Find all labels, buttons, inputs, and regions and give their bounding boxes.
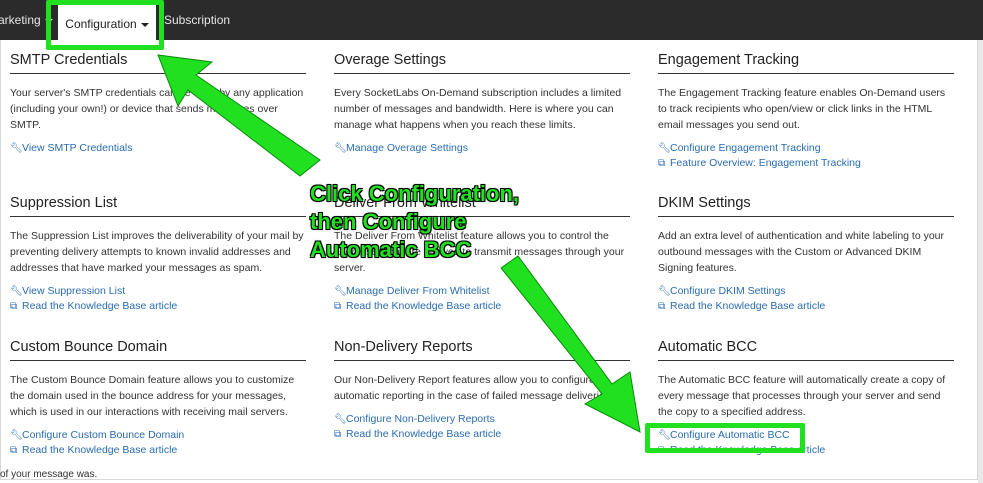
automatic-bcc-highlight-box [645,423,805,453]
card-custom-bounce-domain: Custom Bounce Domain The Custom Bounce D… [10,339,306,458]
wrench-icon: 🔧︎ [10,430,23,441]
configure-engagement-tracking-link[interactable]: 🔧︎Configure Engagement Tracking [658,141,954,156]
card-title: Overage Settings [334,52,630,74]
wrench-icon: 🔧︎ [658,286,671,297]
wrench-icon: 🔧︎ [334,143,347,154]
external-link-icon: ⧉ [334,429,342,440]
card-smtp-credentials: SMTP Credentials Your server's SMTP cred… [10,52,306,156]
card-title: Engagement Tracking [658,52,954,74]
card-suppression-list: Suppression List The Suppression List im… [10,195,306,314]
external-link-icon: ⧉ [658,301,666,312]
external-link-icon: ⧉ [334,301,342,312]
configure-custom-bounce-domain-link[interactable]: 🔧︎Configure Custom Bounce Domain [10,428,306,443]
wrench-icon: 🔧︎ [334,286,347,297]
card-description: Your server's SMTP credentials can be us… [10,87,304,131]
card-description: Every SocketLabs On-Demand subscription … [334,87,622,131]
card-engagement-tracking: Engagement Tracking The Engagement Track… [658,52,954,171]
nav-item-label: arketing [0,13,41,27]
card-description: The Suppression List improves the delive… [10,230,304,274]
external-link-icon: ⧉ [10,301,18,312]
wrench-icon: 🔧︎ [658,143,671,154]
view-suppression-list-link[interactable]: 🔧︎View Suppression List [10,284,306,299]
card-title: DKIM Settings [658,195,954,217]
nav-item-marketing[interactable]: arketing [0,13,53,27]
manage-overage-settings-link[interactable]: 🔧︎Manage Overage Settings [334,141,630,156]
card-non-delivery-reports: Non-Delivery Reports Our Non-Delivery Re… [334,339,630,442]
knowledge-base-link[interactable]: ⧉ Read the Knowledge Base article [658,299,954,314]
card-description: Add an extra level of authentication and… [658,230,945,274]
card-title: Automatic BCC [658,339,954,361]
knowledge-base-link[interactable]: ⧉ Read the Knowledge Base article [334,427,630,442]
card-description: The Automatic BCC feature will automatic… [658,374,946,418]
configure-dkim-settings-link[interactable]: 🔧︎Configure DKIM Settings [658,284,954,299]
configuration-highlight-box [46,0,164,50]
wrench-icon: 🔧︎ [334,414,347,425]
card-dkim-settings: DKIM Settings Add an extra level of auth… [658,195,954,314]
knowledge-base-link[interactable]: ⧉ Read the Knowledge Base article [334,299,630,314]
card-title: Suppression List [10,195,306,217]
view-smtp-credentials-link[interactable]: 🔧︎View SMTP Credentials [10,141,306,156]
nav-item-subscription[interactable]: Subscription [164,13,230,27]
wrench-icon: 🔧︎ [10,286,23,297]
background-strip [978,40,983,483]
card-description: The Engagement Tracking feature enables … [658,87,946,131]
instruction-annotation: Click Configuration, then Configure Auto… [310,181,519,262]
card-overage-settings: Overage Settings Every SocketLabs On-Dem… [334,52,630,156]
external-link-icon: ⧉ [658,158,666,169]
card-description: Our Non-Delivery Report features allow y… [334,374,613,402]
external-link-icon: ⧉ [10,445,18,456]
background-page-text: of your message was. [0,469,98,480]
knowledge-base-link[interactable]: ⧉ Read the Knowledge Base article [10,443,306,458]
nav-item-label: Subscription [164,13,231,27]
card-title: SMTP Credentials [10,52,306,74]
manage-deliver-from-whitelist-link[interactable]: 🔧︎Manage Deliver From Whitelist [334,284,630,299]
feature-overview-link[interactable]: ⧉ Feature Overview: Engagement Tracking [658,156,954,171]
knowledge-base-link[interactable]: ⧉ Read the Knowledge Base article [10,299,306,314]
card-description: The Custom Bounce Domain feature allows … [10,374,295,418]
card-title: Custom Bounce Domain [10,339,306,361]
wrench-icon: 🔧︎ [10,143,23,154]
card-title: Non-Delivery Reports [334,339,630,361]
configure-non-delivery-reports-link[interactable]: 🔧︎Configure Non-Delivery Reports [334,412,630,427]
